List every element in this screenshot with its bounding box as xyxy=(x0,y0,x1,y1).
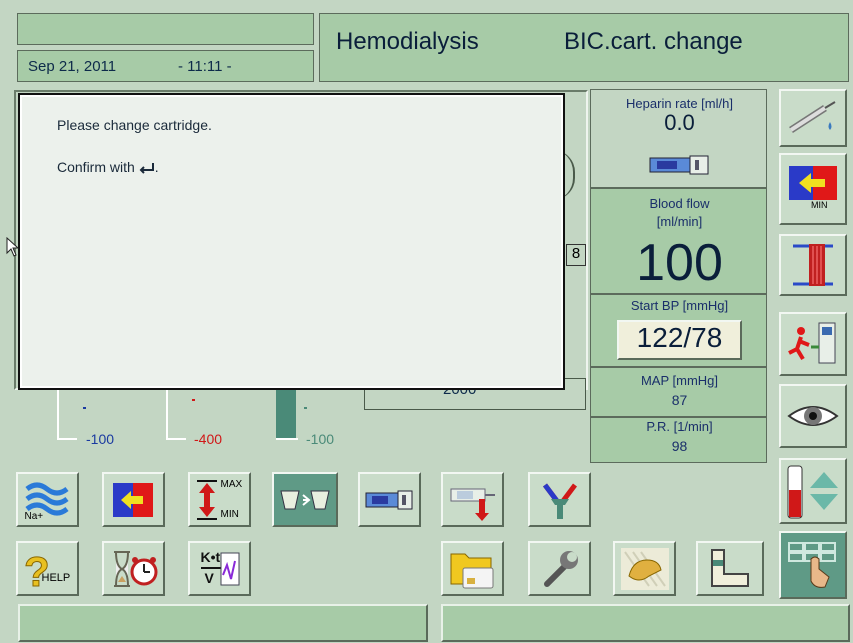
pulse-rate-label: P.R. [1/min] xyxy=(646,419,713,434)
map-value: 87 xyxy=(671,392,688,408)
start-bp-panel: Start BP [mmHg] 122/78 xyxy=(590,294,767,367)
emergency-exit-icon xyxy=(785,317,841,371)
blood-flow-value: 100 xyxy=(636,234,723,292)
wrench-icon xyxy=(537,546,583,592)
cartridge-change-button[interactable] xyxy=(272,472,338,527)
blood-flow-unit: [ml/min] xyxy=(656,214,703,229)
syringe-pump-small-icon xyxy=(364,488,416,512)
level-adjust-button[interactable] xyxy=(779,458,847,524)
cartridge-icon xyxy=(277,485,333,515)
ktv-top-label: K•t xyxy=(200,548,221,565)
map-label: MAP [mmHg] xyxy=(640,373,719,388)
mode-status-bar: Hemodialysis BIC.cart. change xyxy=(319,13,849,82)
gauge-tmp-label: -100 xyxy=(306,431,335,447)
min-label: MIN xyxy=(811,200,828,210)
dialyzer-icon xyxy=(785,240,841,290)
ktv-button[interactable]: K•t V xyxy=(188,541,251,596)
sodium-profile-button[interactable]: Na+ xyxy=(16,472,79,527)
uf-min-icon: MIN xyxy=(785,160,841,218)
syringe-pump-button[interactable] xyxy=(358,472,421,527)
gauge-arterial xyxy=(166,385,195,440)
gauge-tmp xyxy=(276,385,307,440)
status-bar-right xyxy=(441,604,850,642)
gauge-venous-label: -100 xyxy=(86,431,115,447)
dialog-message: Please change cartridge. xyxy=(57,117,212,133)
start-bp-label: Start BP [mmHg] xyxy=(630,298,729,313)
pulse-rate-value: 98 xyxy=(671,438,688,454)
na-label: Na+ xyxy=(24,510,44,522)
emergency-exit-button[interactable] xyxy=(779,312,847,376)
max-min-arrow-icon: MAX MIN xyxy=(195,477,245,523)
syringe-icon xyxy=(785,98,841,138)
hourglass-clock-icon xyxy=(108,548,160,590)
dialog-confirm-suffix: . xyxy=(154,159,159,175)
connector-icon xyxy=(537,477,583,523)
pulse-rate-panel: P.R. [1/min] 98 xyxy=(590,417,767,463)
ktv-bottom-label: V xyxy=(204,569,214,586)
data-card-button[interactable] xyxy=(441,541,504,596)
uf-button[interactable] xyxy=(102,472,165,527)
uf-arrow-icon xyxy=(109,479,159,521)
disinfection-button[interactable] xyxy=(613,541,676,596)
connect-patient-button[interactable] xyxy=(528,472,591,527)
start-bp-button[interactable]: 122/78 xyxy=(617,320,742,360)
date-label: Sep 21, 2011 xyxy=(28,58,117,75)
timer-button[interactable] xyxy=(102,541,165,596)
dialog-confirm-text: Confirm with xyxy=(57,159,135,175)
view-button[interactable] xyxy=(779,384,847,448)
heparin-panel: Heparin rate [ml/h] 0.0 xyxy=(590,89,767,188)
heparin-bolus-button[interactable] xyxy=(441,472,504,527)
blood-flow-label: Blood flow xyxy=(649,196,710,211)
syringe-arrow-icon xyxy=(447,477,499,523)
enter-key-icon xyxy=(139,162,155,175)
level-updown-icon xyxy=(784,462,842,520)
service-button[interactable] xyxy=(528,541,591,596)
sodium-waves-icon: Na+ xyxy=(23,477,73,523)
date-time-bar: Sep 21, 2011 - 11:11 - xyxy=(17,50,314,82)
patient-arm-button[interactable] xyxy=(696,541,764,596)
min-label-2: MIN xyxy=(220,508,239,520)
status-title: BIC.cart. change xyxy=(564,28,743,55)
mouse-pointer-icon xyxy=(6,237,20,257)
status-bar-left xyxy=(18,604,428,642)
cleaning-hand-icon xyxy=(619,546,671,592)
ktv-icon: K•t V xyxy=(195,547,245,591)
heparin-value: 0.0 xyxy=(664,110,695,135)
map-panel: MAP [mmHg] 87 xyxy=(590,367,767,417)
folder-card-icon xyxy=(447,546,499,592)
max-label: MAX xyxy=(220,478,243,490)
arm-icon xyxy=(704,546,756,592)
uf-max-min-button[interactable]: MAX MIN xyxy=(188,472,251,527)
confirm-dialog[interactable]: Please change cartridge. Confirm with . xyxy=(18,93,565,390)
blood-flow-panel[interactable]: Blood flow [ml/min] 100 xyxy=(590,188,767,294)
heparin-syringe-button[interactable] xyxy=(779,89,847,147)
gauge-venous xyxy=(57,385,86,440)
help-icon: ? HELP xyxy=(22,546,74,592)
help-label: HELP xyxy=(41,571,71,584)
touch-menu-button[interactable] xyxy=(779,531,847,599)
gauge-arterial-label: -400 xyxy=(194,431,223,447)
dialyzer-button[interactable] xyxy=(779,234,847,296)
syringe-pump-icon xyxy=(649,154,711,176)
mode-title: Hemodialysis xyxy=(336,28,479,55)
partial-value: 8 xyxy=(566,244,586,266)
heparin-label: Heparin rate [ml/h] xyxy=(626,96,733,111)
eye-icon xyxy=(785,396,841,436)
uf-rate-min-button[interactable]: MIN xyxy=(779,153,847,225)
info-bar-top xyxy=(17,13,314,45)
time-label: - 11:11 - xyxy=(178,58,232,75)
touch-grid-icon xyxy=(785,537,841,593)
help-button[interactable]: ? HELP xyxy=(16,541,79,596)
svg-text:?: ? xyxy=(24,548,50,592)
dialog-confirm-hint: Confirm with . xyxy=(57,159,159,175)
